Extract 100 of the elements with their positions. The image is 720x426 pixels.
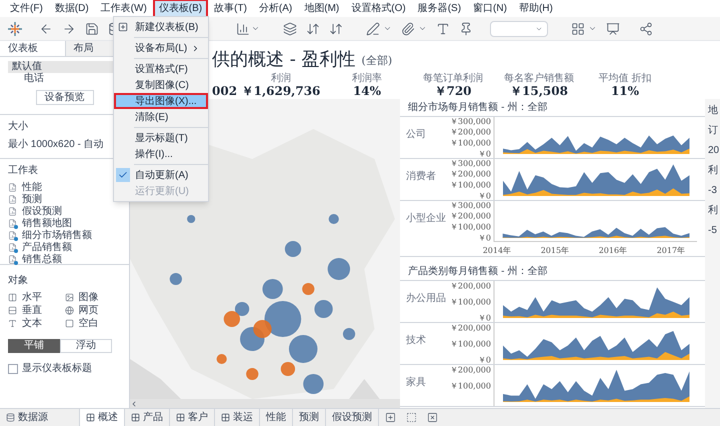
sheet-item[interactable]: 产品销售额 [22,240,72,254]
menu-option[interactable]: 显示标题(T) [114,130,208,146]
object-item[interactable]: 图像 [78,290,98,304]
layout-toggle[interactable]: 平铺 [8,339,60,353]
menu-option[interactable]: 操作(I)... [114,146,208,162]
y-tick-label: ￥100,000 [452,180,491,190]
device-preview-button[interactable]: 设备预览 [36,90,94,105]
scroll-left-icon[interactable] [130,400,138,408]
sheet-tab[interactable]: 产品 [125,409,170,426]
row-label: 公司 [405,128,427,142]
object-item[interactable]: 文本 [22,316,42,330]
menu-item[interactable]: 文件(F) [4,0,49,18]
sheet-item[interactable]: 销售额地图 [22,216,72,230]
metric-value: 11% [610,84,640,98]
menu-item[interactable]: 窗口(N) [467,0,513,18]
forward-icon[interactable] [62,22,76,36]
sheet-item[interactable]: 性能 [22,180,42,194]
scrollbar[interactable] [130,399,400,408]
x-tick-label: 2014年 [482,246,512,255]
object-item[interactable]: 空白 [78,316,98,330]
object-item[interactable]: 垂直 [22,302,42,318]
x-tick-label: 2017年 [656,246,686,255]
share-icon[interactable] [639,22,653,36]
menu-item[interactable]: 地图(M) [298,0,346,18]
menu-option[interactable]: 新建仪表板(B) [114,19,208,35]
y-tick-label: ￥0 [478,356,491,364]
show-cards-icon[interactable] [571,22,585,36]
pen-icon[interactable] [366,22,380,36]
sort-ascending-icon[interactable] [306,22,320,36]
checkbox-label: 显示仪表板标题 [22,362,92,376]
back-icon[interactable] [39,22,53,36]
chart-title: 细分市场每月销售额 - 州：全部 [407,100,549,115]
object-item[interactable]: 水平 [22,290,42,304]
y-tick-label: ￥200,000 [452,212,491,221]
menu-item[interactable]: 分析(A) [252,0,298,18]
chart-title: 产品类别每月销售额 - 州：全部 [407,264,549,279]
object-item[interactable]: 网页 [78,302,98,318]
metric-label: 每笔订单利润 [423,73,483,84]
y-tick-label: ￥0 [478,192,491,200]
presentation-icon[interactable] [606,22,620,36]
dashboard-icon [86,413,95,422]
paperclip-icon[interactable] [401,22,415,36]
menu-item[interactable]: 服务器(S) [412,0,468,18]
checkbox[interactable] [8,364,18,374]
menu-item[interactable]: 数据(D) [48,0,95,18]
logo-icon[interactable] [8,22,22,36]
sheet-tab[interactable]: 概述 [80,409,125,426]
image-icon [64,292,74,302]
caret-icon[interactable] [251,24,260,33]
save-icon[interactable] [85,22,99,36]
menu-option[interactable]: 清除(E) [114,109,208,125]
caret-icon[interactable] [383,24,392,33]
caret-icon[interactable] [588,24,597,33]
linked-sheet-icon [8,242,17,252]
menu-item[interactable]: 设置格式(O) [345,0,412,18]
dashboard-icon [131,413,140,422]
row-label: 消费者 [405,170,437,184]
filter-text: -3 [708,185,718,196]
linked-sheet-icon [8,230,17,240]
sheet-item[interactable]: 细分市场销售额 [22,228,92,242]
filter-text: 订 [708,125,719,136]
sheet-tab[interactable]: 预测 [293,409,326,426]
linked-sheet-icon [8,218,17,228]
sheet-tab[interactable]: 假设预测 [326,409,379,426]
pin-icon[interactable] [459,22,473,36]
menu-option[interactable]: 导出图像(X)... [114,93,208,109]
y-tick-label: ￥200,000 [452,323,491,332]
filter-text: 利 [708,205,719,216]
filter-text: 利 [708,165,719,176]
check-icon [118,170,128,180]
filter-text: -5 [708,225,718,236]
sheet-item[interactable]: 假设预测 [22,204,62,218]
section-heading: 对象 [8,274,29,288]
row-label: 小型企业 [405,212,447,226]
y-tick-label: ￥300,000 [452,159,491,168]
chart-clear-icon[interactable] [236,22,250,36]
sheet-item[interactable]: 销售总额 [22,252,62,266]
menu-item[interactable]: 故事(T) [208,0,253,18]
new-sheet-icon[interactable] [385,412,396,423]
square-icon [64,318,74,328]
sheet-icon [8,206,17,216]
menu-option[interactable]: 自动更新(A) [114,167,208,183]
metric-value: ￥720 [434,84,472,98]
layout-toggle[interactable]: 浮动 [60,339,112,353]
menu-item[interactable]: 帮助(H) [512,0,559,18]
sheet-tab[interactable]: 性能 [260,409,293,426]
database-icon [6,413,15,422]
sheet-item[interactable]: 预测 [22,192,42,206]
metric-value: 14% [352,84,382,98]
caret-icon[interactable] [418,24,427,33]
menu-item[interactable]: 工作表(W) [94,0,153,18]
text-icon[interactable] [436,22,450,36]
menu-option[interactable]: 复制图像(C) [114,77,208,93]
dashboard-title: 供的概述 - 盈利性 [212,49,356,71]
sort-descending-icon[interactable] [329,22,343,36]
sheet-tab[interactable]: 客户 [170,409,215,426]
sheet-tab[interactable]: 装运 [215,409,260,426]
dashboard-icon [221,413,230,422]
y-tick-label: ￥200,000 [452,281,491,290]
sheet-icon [8,194,17,204]
